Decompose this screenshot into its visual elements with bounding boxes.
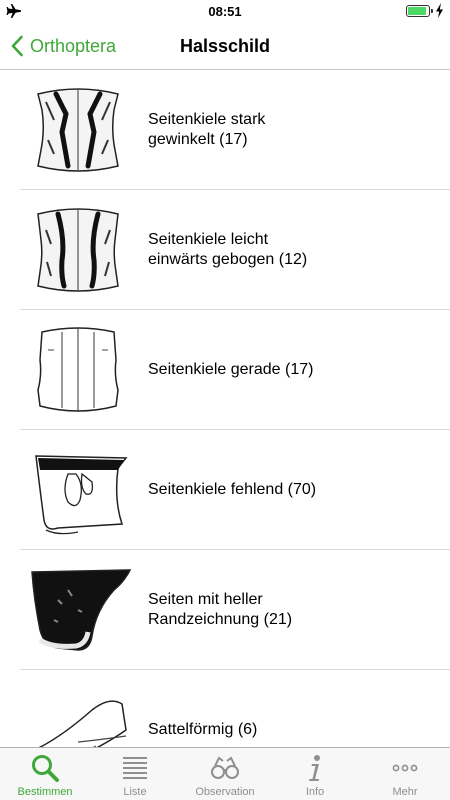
list-item[interactable]: Seiten mit heller Randzeichnung (21) [0,550,450,670]
pronotum-slightly-curved-image [37,208,119,292]
list-item-label: Seitenkiele gerade (17) [148,361,314,378]
search-icon [32,755,59,782]
tab-bestimmen[interactable]: Bestimmen [0,748,90,800]
list-item[interactable]: Seitenkiele leicht einwärts gebogen (12) [0,190,450,310]
back-button[interactable]: Orthoptera [10,32,116,60]
list-item-label: Sattelförmig (6) [148,721,258,738]
tab-liste[interactable]: Liste [90,748,180,800]
pronotum-straight-image [37,327,119,412]
pronotum-keels-absent-image [35,455,128,535]
more-icon [392,764,418,772]
tab-bar: Bestimmen Liste Observation Info Mehr [0,747,450,800]
list-item-label: Seitenkiele leicht einwärts gebogen (12) [148,231,308,268]
tab-label: Bestimmen [17,786,73,798]
list-item[interactable]: Seitenkiele stark gewinkelt (17) [0,70,450,190]
trait-list[interactable]: Seitenkiele stark gewinkelt (17) Seitenk… [0,70,450,747]
list-item-label: Seitenkiele fehlend (70) [148,481,317,498]
binoculars-icon [211,756,239,779]
tab-mehr[interactable]: Mehr [360,748,450,800]
charging-bolt-icon [436,3,443,18]
tab-label: Observation [195,786,255,798]
list-item[interactable]: Sattelförmig (6) [0,670,450,747]
tab-label: Liste [123,786,147,798]
chevron-left-icon [11,35,23,57]
list-item-label: Seitenkiele stark gewinkelt (17) [148,111,266,148]
list-icon [123,757,147,779]
pronotum-light-border-image [31,569,132,651]
tab-info[interactable]: Info [270,748,360,800]
list-item[interactable]: Seitenkiele fehlend (70) [0,430,450,550]
list-item[interactable]: Seitenkiele gerade (17) [0,310,450,430]
pronotum-saddle-shaped-image [38,700,127,747]
status-time: 08:51 [208,4,242,19]
tab-observation[interactable]: Observation [180,748,270,800]
status-bar: 08:51 [0,0,450,22]
navigation-bar: Orthoptera Halsschild [0,22,450,70]
battery-icon [406,5,433,17]
tab-label: Info [305,786,325,798]
list-item-label: Seiten mit heller Randzeichnung (21) [148,591,293,628]
tab-label: Mehr [392,786,418,798]
back-button-label: Orthoptera [30,35,117,56]
info-icon [309,755,320,781]
pronotum-strongly-angled-image [37,88,119,172]
